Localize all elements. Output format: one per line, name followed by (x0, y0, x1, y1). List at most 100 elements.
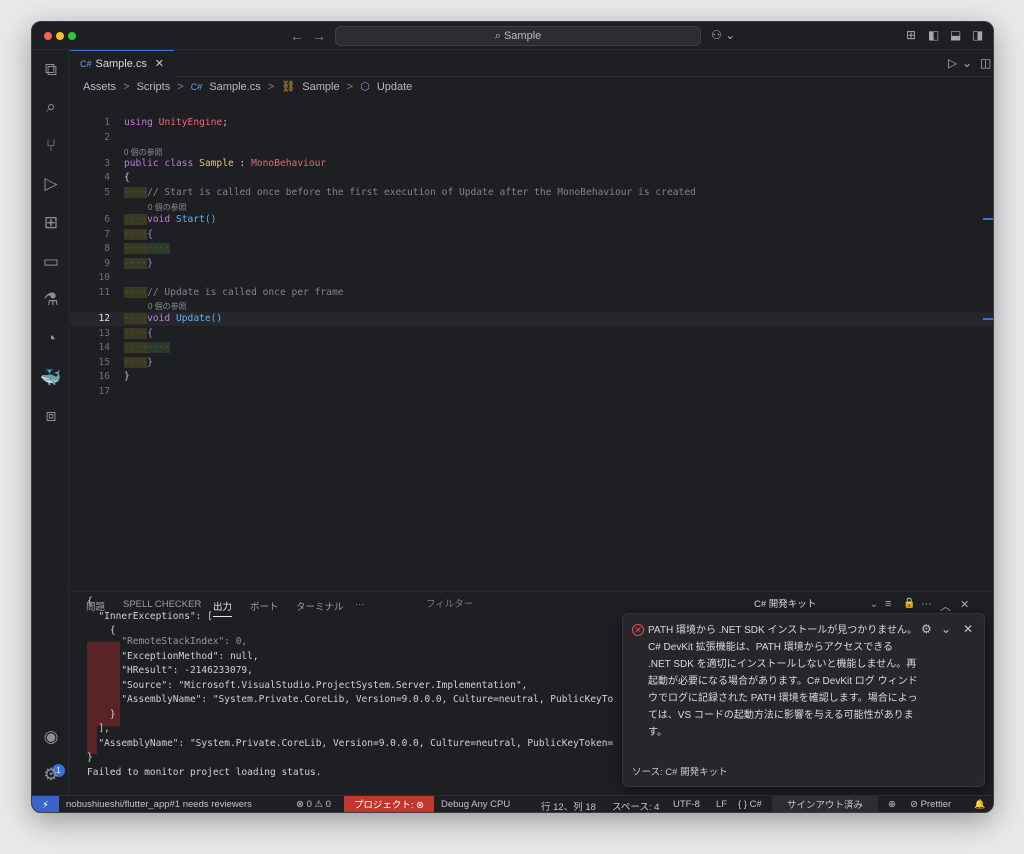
output-line: "HResult": -2146233079, (87, 665, 253, 676)
extensions-icon[interactable]: ⊞ (40, 212, 62, 234)
remote-indicator-icon[interactable]: ⚡ (32, 796, 59, 812)
code-line: 16} (98, 371, 130, 382)
run-icon[interactable]: ▷ (948, 56, 957, 70)
activity-bar: ⧉ ⌕ ⑂ ▷ ⊞ ▭ ⚗ ◔ 🐳 ⧈ ◉ 1 ⚙ (32, 50, 69, 795)
gear-icon[interactable]: ⚙ (921, 622, 932, 636)
indentation[interactable]: スペース: 4 (612, 799, 659, 812)
search-icon[interactable]: ⌕ (40, 96, 62, 118)
copilot-icon[interactable]: ⊕ (888, 799, 896, 810)
code-line: 5 ····// Start is called once before the … (104, 187, 696, 198)
remote-explorer-icon[interactable]: ▭ (40, 251, 62, 273)
output-line: Failed to monitor project loading status… (87, 767, 322, 778)
minimize-window-button[interactable] (56, 32, 64, 40)
encoding[interactable]: UTF-8 (673, 799, 700, 810)
split-editor-icon[interactable]: ◫ (980, 56, 991, 70)
debug-configuration[interactable]: Debug Any CPU (441, 799, 510, 810)
method-icon: ⬡ (360, 81, 370, 93)
project-status-badge[interactable]: プロジェクト: ⊗ (344, 796, 434, 812)
code-line: 10 (98, 272, 110, 283)
output-line: "AssemblyName": "System.Private.CoreLib,… (87, 694, 614, 705)
docker-icon[interactable]: 🐳 (40, 367, 62, 389)
class-icon: ⛓ (281, 81, 296, 93)
close-tab-icon[interactable]: ✕ (155, 57, 164, 70)
title-bar: ← → ⌕ Sample ⚇ ⌄ ⊞ ◧ ⬓ ◨ (32, 22, 993, 50)
panel-more-icon[interactable]: ··· (355, 599, 365, 610)
code-line: 9 ····} (104, 258, 153, 269)
tab-output[interactable]: 出力 (213, 599, 233, 617)
output-channel-select[interactable]: C# 開発キット ⌄ (750, 596, 880, 614)
run-menu-chevron-icon[interactable]: ⌄ (962, 56, 972, 70)
close-window-button[interactable] (44, 32, 52, 40)
breadcrumb-scripts[interactable]: Scripts (137, 81, 171, 93)
tab-spell-checker[interactable]: SPELL CHECKER (123, 599, 201, 610)
copilot-icon[interactable]: ⚇ ⌄ (711, 28, 735, 42)
problems-count[interactable]: ⊗ 0 ⚠ 0 (296, 799, 331, 810)
close-panel-icon[interactable]: ✕ (960, 598, 969, 611)
language-mode[interactable]: { } C# (738, 799, 762, 810)
source-control-icon[interactable]: ⑂ (40, 135, 62, 157)
breadcrumb-assets[interactable]: Assets (83, 81, 116, 93)
copilot-signin-status[interactable]: サインアウト済み (772, 796, 878, 812)
code-line: 15 ····} (98, 357, 153, 368)
code-line: 1 using UnityEngine; (104, 117, 228, 128)
settings-gear-icon[interactable]: ⚙ (40, 764, 62, 786)
testing-icon[interactable]: ⚗ (40, 289, 62, 311)
command-center-search[interactable]: ⌕ Sample (335, 26, 701, 46)
tab-ports[interactable]: ポート (250, 599, 279, 613)
code-line-current: 12 ····void Update() (70, 312, 993, 326)
word-wrap-icon[interactable]: ≡ (885, 598, 891, 610)
toggle-secondary-sidebar-icon[interactable]: ◨ (972, 28, 983, 42)
code-line: 14 ········ (98, 342, 171, 353)
lock-icon[interactable]: 🔒 (903, 598, 915, 609)
chevron-down-icon[interactable]: ⌄ (941, 622, 951, 636)
breadcrumb-separator: > (177, 81, 184, 93)
bell-icon[interactable]: 🔔 (974, 799, 985, 810)
csharp-file-icon: C# (80, 59, 92, 69)
explorer-icon[interactable]: ⧉ (40, 59, 62, 81)
output-line: "ExceptionMethod": null, (87, 651, 259, 662)
prettier-status[interactable]: ⊘ Prettier (910, 799, 951, 810)
code-line: 11 ····// Update is called once per frame (98, 287, 344, 298)
editor-tabs: C#Sample.cs ✕ ▷ ⌄ ◫ ··· (70, 50, 993, 77)
run-debug-icon[interactable]: ▷ (40, 173, 62, 195)
containers-icon[interactable]: ⧈ (40, 405, 62, 427)
tab-terminal[interactable]: ターミナル (296, 599, 344, 613)
output-channel-value: C# 開発キット (754, 599, 817, 610)
toggle-sidebar-icon[interactable]: ◧ (928, 28, 939, 42)
code-line: 17 (98, 386, 110, 397)
reference-codelens[interactable]: 0 個の参照 (148, 301, 187, 312)
timeline-icon[interactable]: ◔ (40, 328, 62, 350)
close-icon[interactable]: ✕ (963, 622, 973, 636)
toggle-panel-icon[interactable]: ⬓ (950, 28, 961, 42)
chevron-down-icon: ⌄ (870, 599, 878, 610)
output-line: "InnerExceptions": [ (87, 611, 213, 622)
forward-arrow-icon[interactable]: → (312, 28, 326, 44)
search-icon: ⌕ (494, 30, 504, 42)
notification-message: PATH 環境から .NET SDK インストールが見つかりません。C# Dev… (648, 625, 918, 738)
scrollbar-position-marker[interactable] (983, 218, 993, 220)
reference-codelens[interactable]: 0 個の参照 (148, 202, 187, 213)
output-line: "AssemblyName": "System.Private.CoreLib,… (87, 738, 614, 749)
tab-sample-cs[interactable]: C# Sample.cs ✕ (70, 50, 174, 77)
breadcrumb-method[interactable]: Update (377, 81, 412, 93)
scrollbar-position-marker[interactable] (983, 318, 993, 320)
output-line: } (87, 709, 116, 720)
customize-layout-icon[interactable]: ⊞ (906, 28, 916, 42)
pull-request-status[interactable]: nobushiueshi/flutter_app#1 needs reviewe… (66, 799, 252, 810)
breadcrumb-file[interactable]: Sample.cs (209, 81, 260, 93)
code-line: 13 ····{ (98, 328, 153, 339)
more-icon[interactable]: ··· (921, 598, 932, 610)
breadcrumb-class[interactable]: Sample (302, 81, 339, 93)
end-of-line[interactable]: LF (716, 799, 727, 810)
code-editor[interactable]: 1 using UnityEngine; 2 0 個の参照 3 public cla… (70, 98, 993, 568)
maximize-panel-icon[interactable]: ︿ (940, 598, 951, 614)
zoom-window-button[interactable] (68, 32, 76, 40)
code-line: 2 (104, 132, 110, 143)
tab-label: Sample.cs (95, 58, 147, 70)
cursor-position[interactable]: 行 12、列 18 (541, 799, 596, 812)
back-arrow-icon[interactable]: ← (290, 28, 304, 44)
error-notification: ✕ PATH 環境から .NET SDK インストールが見つかりません。C# D… (622, 613, 985, 787)
account-icon[interactable]: ◉ (40, 726, 62, 748)
output-filter-input[interactable]: フィルター (418, 596, 738, 614)
code-line: 3 public class Sample : MonoBehaviour (104, 158, 327, 169)
